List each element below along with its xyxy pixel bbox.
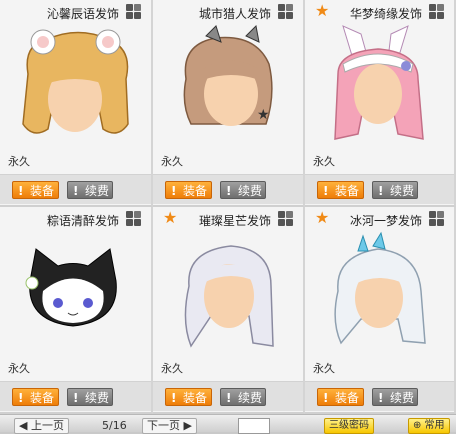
- renew-button[interactable]: ! 续费: [67, 181, 113, 199]
- equip-button[interactable]: ! 装备: [12, 388, 59, 406]
- action-bar: ! 装备 ! 续费: [0, 174, 151, 204]
- grid-view-icon[interactable]: [429, 211, 444, 226]
- action-bar: ! 装备 ! 续费: [153, 381, 303, 411]
- equip-button[interactable]: ! 装备: [165, 181, 212, 199]
- item-name: 冰河一梦发饰: [349, 214, 422, 228]
- grid-view-icon[interactable]: [429, 4, 444, 19]
- pagination-bar: ◀ 上一页 5/16 下一页 ▶ 三级密码 ⊕ 常用: [0, 414, 456, 434]
- hair-ornament-image: [334, 231, 426, 345]
- equip-button[interactable]: ! 装备: [317, 181, 364, 199]
- security-password-button[interactable]: 三级密码: [324, 418, 374, 434]
- item-card[interactable]: 城市猎人发饰 ★ 永久 ! 装备 ! 续费: [153, 0, 305, 207]
- item-grid: 沁馨辰语发饰 永久 ! 装备 ! 续费 城市猎人发饰 ★ 永久 ! 装备 ! 续…: [0, 0, 456, 414]
- action-bar: ! 装备 ! 续费: [305, 381, 454, 411]
- renew-button[interactable]: ! 续费: [220, 388, 266, 406]
- renew-button[interactable]: ! 续费: [372, 181, 418, 199]
- action-bar: ! 装备 ! 续费: [0, 381, 151, 411]
- duration-text: 永久: [313, 155, 335, 168]
- duration-text: 永久: [8, 155, 30, 168]
- page-indicator: 5/16: [102, 419, 127, 432]
- item-card[interactable]: ★ 冰河一梦发饰 永久 ! 装备 ! 续费: [305, 207, 456, 414]
- star-icon: ★: [315, 208, 330, 227]
- duration-text: 永久: [8, 362, 30, 375]
- equip-button[interactable]: ! 装备: [317, 388, 364, 406]
- item-card[interactable]: ★ 璀璨星芒发饰 永久 ! 装备 ! 续费: [153, 207, 305, 414]
- prev-page-button[interactable]: ◀ 上一页: [14, 418, 69, 434]
- equip-button[interactable]: ! 装备: [165, 388, 212, 406]
- duration-text: 永久: [313, 362, 335, 375]
- renew-button[interactable]: ! 续费: [67, 388, 113, 406]
- action-bar: ! 装备 ! 续费: [153, 174, 303, 204]
- grid-view-icon[interactable]: [126, 4, 141, 19]
- equip-button[interactable]: ! 装备: [12, 181, 59, 199]
- hair-ornament-image: [184, 245, 274, 348]
- hair-ornament-image: [22, 29, 129, 134]
- favorites-button[interactable]: ⊕ 常用: [408, 418, 450, 434]
- hair-ornament-image: [334, 25, 424, 140]
- grid-view-icon[interactable]: [278, 211, 293, 226]
- item-name: 粽语清醉发饰: [46, 214, 119, 228]
- duration-text: 永久: [161, 155, 183, 168]
- item-card[interactable]: 粽语清醉发饰 永久 ! 装备 ! 续费: [0, 207, 153, 414]
- item-name: 沁馨辰语发饰: [46, 7, 119, 21]
- star-icon: ★: [315, 1, 330, 20]
- duration-text: 永久: [161, 362, 183, 375]
- item-card[interactable]: ★ 华梦绮缘发饰 永久 ! 装备 ! 续费: [305, 0, 456, 207]
- item-name: 城市猎人发饰: [198, 7, 271, 21]
- page-jump-input[interactable]: [238, 418, 270, 434]
- item-name: 璀璨星芒发饰: [198, 214, 271, 228]
- item-card[interactable]: 沁馨辰语发饰 永久 ! 装备 ! 续费: [0, 0, 153, 207]
- renew-button[interactable]: ! 续费: [220, 181, 266, 199]
- star-icon: ★: [163, 208, 178, 227]
- next-page-button[interactable]: 下一页 ▶: [142, 418, 197, 434]
- grid-view-icon[interactable]: [126, 211, 141, 226]
- item-name: 华梦绮缘发饰: [349, 7, 422, 21]
- hair-ornament-image: [25, 248, 117, 327]
- action-bar: ! 装备 ! 续费: [305, 174, 454, 204]
- svg-text:★: ★: [257, 107, 270, 123]
- renew-button[interactable]: ! 续费: [372, 388, 418, 406]
- grid-view-icon[interactable]: [278, 4, 293, 19]
- hair-ornament-image: ★: [183, 24, 273, 126]
